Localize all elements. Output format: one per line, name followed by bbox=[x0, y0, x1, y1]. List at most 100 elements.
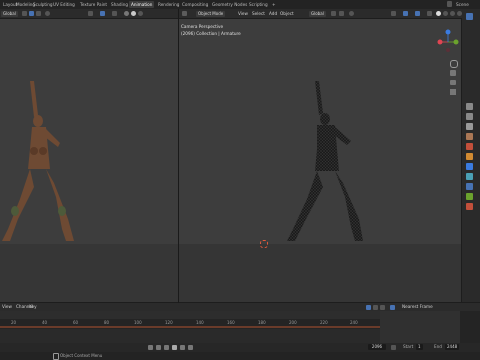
particles-icon[interactable] bbox=[466, 173, 473, 180]
timeline-scrub-area[interactable] bbox=[0, 311, 380, 319]
orientation-dropdown[interactable]: Global bbox=[309, 11, 326, 17]
frame-tick: 240 bbox=[350, 320, 358, 325]
jump-end-icon[interactable] bbox=[188, 345, 193, 350]
workspace-tab-compositing[interactable]: Compositing bbox=[180, 1, 210, 8]
workspace-tab-texture-paint[interactable]: Texture Paint bbox=[78, 1, 109, 8]
filter-icon[interactable] bbox=[373, 305, 378, 310]
mouse-icon bbox=[53, 353, 59, 360]
snap-icon[interactable] bbox=[29, 11, 34, 16]
workspace-tab-geometry-nodes[interactable]: Geometry Nodes bbox=[210, 1, 249, 8]
collection-label: (2096) Collection | Armature bbox=[181, 31, 241, 36]
toggle-xray-icon[interactable] bbox=[427, 11, 432, 16]
workspace-tab-uv-editing[interactable]: UV Editing bbox=[51, 1, 77, 8]
modifier-props-icon[interactable] bbox=[466, 163, 473, 170]
snapping-icon[interactable] bbox=[339, 11, 344, 16]
frame-tick: 160 bbox=[227, 320, 235, 325]
proportional-icon[interactable] bbox=[349, 11, 354, 16]
world-props-icon[interactable] bbox=[466, 143, 473, 150]
constraints-icon[interactable] bbox=[466, 193, 473, 200]
workspace-tab-rendering[interactable]: Rendering bbox=[156, 1, 181, 8]
grid-icon[interactable] bbox=[450, 89, 456, 95]
keyframe-area[interactable] bbox=[0, 329, 380, 343]
pivot-point-icon[interactable] bbox=[331, 11, 336, 16]
object-mode-dropdown[interactable]: Object Mode bbox=[196, 11, 226, 17]
status-bar: Object Context Menu bbox=[0, 352, 480, 360]
material-shading-icon[interactable] bbox=[131, 11, 136, 16]
view-layer-icon[interactable] bbox=[466, 133, 473, 140]
scene-props-icon[interactable] bbox=[466, 13, 473, 20]
scene-icon bbox=[447, 1, 452, 7]
pan-hand-icon[interactable] bbox=[450, 70, 456, 76]
play-reverse-icon[interactable] bbox=[164, 345, 169, 350]
timeline-menu-key[interactable]: Key bbox=[29, 304, 37, 310]
rendered-shading-icon[interactable] bbox=[138, 11, 143, 16]
zoom-icon[interactable] bbox=[450, 60, 458, 68]
3d-cursor-icon[interactable] bbox=[260, 240, 268, 248]
camera-perspective-label: Camera Perspective bbox=[181, 24, 224, 29]
jump-start-icon[interactable] bbox=[148, 345, 153, 350]
workspace-tab-shading[interactable]: Shading bbox=[109, 1, 130, 8]
material-props-icon[interactable] bbox=[466, 203, 473, 210]
timeline-menu-view[interactable]: View bbox=[2, 304, 12, 310]
play-icon[interactable] bbox=[172, 345, 177, 350]
overlays-icon[interactable] bbox=[415, 11, 420, 16]
menu-view[interactable]: View bbox=[238, 11, 248, 17]
proportional-edit-icon[interactable] bbox=[45, 11, 50, 16]
start-frame-field[interactable]: 1 bbox=[416, 344, 423, 350]
transform-orientation-dropdown[interactable]: Global bbox=[1, 11, 18, 17]
left-3d-viewport[interactable] bbox=[0, 19, 178, 302]
snap-settings-icon[interactable] bbox=[36, 11, 41, 16]
solid-shading-icon[interactable] bbox=[124, 11, 129, 16]
status-hint: Object Context Menu bbox=[60, 353, 103, 358]
timeline-header: View Channel Key Nearest Frame bbox=[0, 303, 480, 311]
tool-props-icon[interactable] bbox=[466, 103, 473, 110]
physics-icon[interactable] bbox=[466, 183, 473, 190]
current-frame-field[interactable]: 2096 bbox=[368, 344, 386, 350]
viewport-gizmo-icon[interactable] bbox=[88, 11, 93, 16]
end-frame-field[interactable]: 2448 bbox=[445, 344, 460, 350]
rendered-character-figure bbox=[2, 81, 74, 241]
properties-toolbar bbox=[462, 9, 480, 302]
snap-timeline-icon[interactable] bbox=[366, 305, 371, 310]
object-props-icon[interactable] bbox=[466, 153, 473, 160]
scene-selector[interactable]: Scene bbox=[454, 1, 471, 8]
menu-object[interactable]: Object bbox=[280, 11, 294, 17]
workspace-tab-scripting[interactable]: Scripting bbox=[247, 1, 270, 8]
render-props-icon[interactable] bbox=[466, 113, 473, 120]
xray-icon[interactable] bbox=[112, 11, 117, 16]
workspace-tab-animation[interactable]: Animation bbox=[129, 1, 155, 8]
timeline-editor: View Channel Key Nearest Frame 20 40 60 … bbox=[0, 303, 480, 352]
navigation-gizmo-icon[interactable] bbox=[436, 28, 460, 56]
frame-tick: 60 bbox=[73, 320, 79, 325]
output-props-icon[interactable] bbox=[466, 123, 473, 130]
pose-icon[interactable] bbox=[380, 305, 385, 310]
frame-tick: 80 bbox=[104, 320, 110, 325]
frame-tick: 120 bbox=[165, 320, 173, 325]
preview-range-icon[interactable] bbox=[391, 345, 396, 350]
solid-mode-icon[interactable] bbox=[443, 11, 448, 16]
auto-snap-icon[interactable] bbox=[390, 305, 395, 310]
wireframe-shading-icon[interactable] bbox=[436, 11, 441, 16]
left-viewport-header: Global bbox=[0, 9, 178, 18]
frame-tick: 20 bbox=[11, 320, 17, 325]
overlay-icon[interactable] bbox=[100, 11, 105, 16]
pivot-icon[interactable] bbox=[22, 11, 27, 16]
frame-tick: 180 bbox=[258, 320, 266, 325]
timeline-scroll-region[interactable] bbox=[380, 311, 460, 343]
add-workspace-button[interactable]: + bbox=[270, 1, 278, 8]
gizmo-icon[interactable] bbox=[403, 11, 408, 16]
material-mode-icon[interactable] bbox=[450, 11, 455, 16]
menu-add[interactable]: Add bbox=[269, 11, 277, 17]
camera-view-icon[interactable] bbox=[450, 80, 456, 85]
keyframe-snap-dropdown[interactable]: Nearest Frame bbox=[402, 304, 433, 310]
frame-range-bar bbox=[0, 326, 380, 328]
visibility-icon[interactable] bbox=[391, 11, 396, 16]
playback-bar: 2096 Start 1 End 2448 bbox=[0, 343, 480, 352]
right-viewport-header: Object Mode View Select Add Object Globa… bbox=[179, 9, 480, 18]
menu-select[interactable]: Select bbox=[252, 11, 265, 17]
editor-type-icon[interactable] bbox=[182, 11, 187, 16]
prev-key-icon[interactable] bbox=[156, 345, 161, 350]
right-3d-viewport[interactable]: Camera Perspective (2096) Collection | A… bbox=[179, 19, 461, 302]
next-key-icon[interactable] bbox=[180, 345, 185, 350]
frame-tick: 220 bbox=[320, 320, 328, 325]
